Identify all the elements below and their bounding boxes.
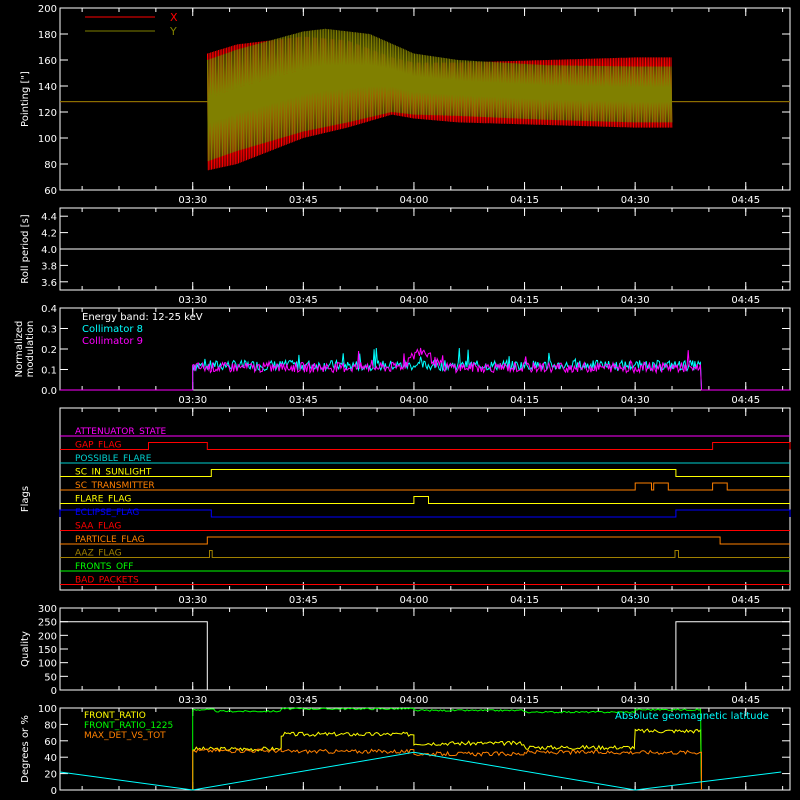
quality-xtick-label: 04:00 <box>400 695 429 706</box>
modulation-ytick-label: 0.2 <box>41 345 57 356</box>
quality-ytick-label: 50 <box>44 672 57 683</box>
modulation-ytick-label: 0.1 <box>41 366 57 377</box>
modulation-legend-title: Energy band: 12-25 keV <box>82 312 203 323</box>
flag-label: ATTENUATOR_STATE <box>75 427 167 437</box>
roll-xtick-label: 03:45 <box>289 295 318 306</box>
quality-ylabel: Quality <box>20 631 31 667</box>
quality-ytick-label: 250 <box>38 618 57 629</box>
ratios-ylabel: Degrees or % <box>20 715 31 783</box>
pointing-ytick-label: 100 <box>38 134 57 145</box>
observation-summary-figure: 03:30 03:45 04:00 04:15 04:30 04:45 Pointing [… <box>0 0 800 800</box>
modulation-ylabel: Normalized <box>14 321 25 378</box>
modulation-xtick-label: 04:15 <box>510 395 539 406</box>
pointing-ytick-label: 160 <box>38 56 57 67</box>
flag-label: AAZ_FLAG <box>75 549 122 559</box>
pointing-ytick-label: 80 <box>44 160 57 171</box>
flags-xtick-label: 04:45 <box>731 595 760 606</box>
pointing-xtick-label: 03:45 <box>289 195 318 206</box>
pointing-xtick-label: 04:45 <box>731 195 760 206</box>
quality-ytick-label: 300 <box>38 604 57 615</box>
modulation-ytick-label: 0.3 <box>41 325 57 336</box>
flags-xtick-label: 03:30 <box>178 595 207 606</box>
roll-ytick-label: 4.4 <box>41 212 57 223</box>
modulation-legend-label: Collimator 8 <box>82 324 143 335</box>
modulation-ytick-label: 0.0 <box>41 386 57 397</box>
flags-xtick-label: 04:15 <box>510 595 539 606</box>
quality-xtick-label: 03:30 <box>178 695 207 706</box>
flags-ylabel: Flags <box>20 486 31 512</box>
quality-ytick-label: 0 <box>51 686 57 697</box>
flag-label: SAA_FLAG <box>75 522 121 532</box>
pointing-ytick-label: 60 <box>44 186 57 197</box>
flags-xtick-label: 03:45 <box>289 595 318 606</box>
ratios-ytick-label: 20 <box>44 770 57 781</box>
ratio-legend-label: FRONT_RATIO <box>84 711 146 721</box>
ratio-legend-label: FRONT_RATIO_1225 <box>84 721 173 731</box>
flag-label: FRONTS_OFF <box>75 562 133 572</box>
flag-label: POSSIBLE_FLARE <box>75 454 152 464</box>
pointing-ytick-label: 180 <box>38 30 57 41</box>
pointing-legend-label: X <box>170 11 178 24</box>
flags-xtick-label: 04:30 <box>621 595 650 606</box>
flag-label: SC_IN_SUNLIGHT <box>75 468 152 478</box>
quality-ytick-label: 200 <box>38 631 57 642</box>
flag-label: PARTICLE_FLAG <box>75 535 145 545</box>
ratio-legend-label: Absolute geomagnetic latitude <box>615 711 769 722</box>
ratios-ytick-label: 100 <box>38 704 57 715</box>
pointing-ylabel: Pointing ["] <box>20 71 31 127</box>
roll-ytick-label: 3.8 <box>41 261 57 272</box>
pointing-ytick-label: 200 <box>38 4 57 15</box>
pointing-xtick-label: 04:30 <box>621 195 650 206</box>
quality-xtick-label: 04:45 <box>731 695 760 706</box>
quality-xtick-label: 03:45 <box>289 695 318 706</box>
roll-xtick-label: 04:30 <box>621 295 650 306</box>
roll-xtick-label: 03:30 <box>178 295 207 306</box>
modulation-ylabel: modulation <box>25 321 36 378</box>
flag-label: ECLIPSE_FLAG <box>75 508 139 518</box>
ratios-ytick-label: 0 <box>51 786 57 797</box>
modulation-ytick-label: 0.4 <box>41 304 57 315</box>
ratios-ytick-label: 60 <box>44 737 57 748</box>
flag-label: BAD_PACKETS <box>75 576 139 586</box>
roll-ytick-label: 4.2 <box>41 229 57 240</box>
pointing-xtick-label: 04:15 <box>510 195 539 206</box>
quality-xtick-label: 04:30 <box>621 695 650 706</box>
flag-label: SC_TRANSMITTER <box>75 481 155 491</box>
ratios-ytick-label: 40 <box>44 753 57 764</box>
roll-ylabel: Roll period [s] <box>20 214 31 283</box>
modulation-xtick-label: 04:30 <box>621 395 650 406</box>
modulation-xtick-label: 03:30 <box>178 395 207 406</box>
modulation-xtick-label: 04:45 <box>731 395 760 406</box>
roll-xtick-label: 04:45 <box>731 295 760 306</box>
pointing-xtick-label: 03:30 <box>178 195 207 206</box>
quality-ytick-label: 100 <box>38 659 57 670</box>
modulation-xtick-label: 03:45 <box>289 395 318 406</box>
flags-xtick-label: 04:00 <box>400 595 429 606</box>
pointing-ytick-label: 140 <box>38 82 57 93</box>
modulation-xtick-label: 04:00 <box>400 395 429 406</box>
modulation-legend-label: Collimator 9 <box>82 336 143 347</box>
pointing-xtick-label: 04:00 <box>400 195 429 206</box>
flag-label: FLARE_FLAG <box>75 495 131 505</box>
roll-xtick-label: 04:00 <box>400 295 429 306</box>
pointing-legend-label: Y <box>169 25 177 38</box>
pointing-ytick-label: 120 <box>38 108 57 119</box>
roll-ytick-label: 4.0 <box>41 245 57 256</box>
ratio-legend-label: MAX_DET_VS_TOT <box>84 731 166 741</box>
ratios-ytick-label: 80 <box>44 720 57 731</box>
quality-xtick-label: 04:15 <box>510 695 539 706</box>
quality-ytick-label: 150 <box>38 645 57 656</box>
roll-ytick-label: 3.6 <box>41 278 57 289</box>
flag-label: GAP_FLAG <box>75 441 121 451</box>
roll-xtick-label: 04:15 <box>510 295 539 306</box>
